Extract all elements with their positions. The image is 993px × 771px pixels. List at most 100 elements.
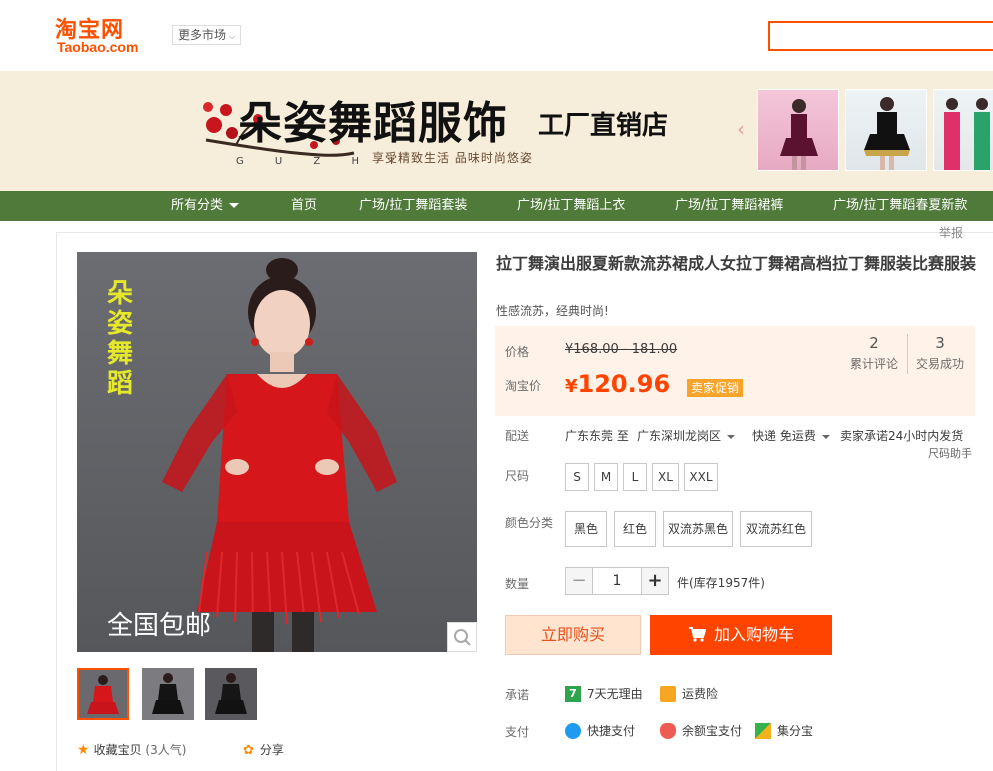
watermark-brand-char: 蹈 [107, 369, 133, 399]
free-shipping-overlay: 全国包邮 [107, 611, 211, 641]
buy-now-button[interactable]: 立即购买 [505, 615, 641, 655]
search-input[interactable] [768, 21, 993, 51]
nav-dance-skirts[interactable]: 广场/拉丁舞蹈裙裤 [675, 191, 783, 221]
main-product-image[interactable]: 朵 姿 舞 蹈 全国包邮 [77, 252, 477, 652]
thumb-image [79, 670, 127, 718]
delivery-destination-dropdown[interactable]: 广东深圳龙岗区 [637, 427, 736, 444]
gallery-thumb[interactable] [142, 668, 194, 720]
promo-badge[interactable]: 卖家促销 [687, 379, 744, 397]
insurance-icon [660, 685, 676, 702]
size-option[interactable]: S [565, 463, 589, 491]
sales-count-label: 交易成功 [915, 357, 964, 371]
shipping-promise: 卖家承诺24小时内发货 [840, 429, 964, 443]
seven-day-return[interactable]: 7 7天无理由 [565, 685, 643, 703]
size-label: 尺码 [505, 469, 530, 483]
price-value: 120.96 [577, 370, 671, 398]
dancer-illustration [944, 98, 990, 170]
yuebao-pay[interactable]: 余额宝支付 [660, 722, 742, 740]
delivery-label: 配送 [505, 429, 530, 443]
shop-title: 朵姿舞蹈服饰 [238, 98, 508, 149]
banner-product-thumb[interactable] [845, 89, 927, 171]
size-option[interactable]: M [594, 463, 618, 491]
quick-pay-icon [565, 722, 581, 739]
favorite-button[interactable]: ★ 收藏宝贝 (3人气) [77, 740, 186, 760]
seven-day-icon: 7 [565, 685, 581, 702]
promise-label: 承诺 [505, 688, 530, 702]
top-bar: 淘宝网 Taobao.com 更多市场 ⌵ [0, 0, 993, 71]
more-market-label: 更多市场 [178, 28, 227, 42]
star-icon: ★ [77, 742, 90, 758]
nav-all-categories[interactable]: 所有分类 [171, 191, 240, 221]
report-link[interactable]: 举报 [939, 224, 963, 241]
color-label: 颜色分类 [505, 516, 554, 530]
cart-icon [688, 627, 706, 642]
yuebao-pay-label: 余额宝支付 [682, 724, 743, 738]
quick-pay-label: 快捷支付 [587, 724, 636, 738]
dancer-illustration [864, 97, 910, 170]
dancer-illustration [780, 99, 818, 170]
quantity-input[interactable]: 1 [592, 567, 642, 595]
size-option[interactable]: XXL [684, 463, 718, 491]
favorite-label: 收藏宝贝 [93, 743, 142, 757]
original-price: ¥168.00 - 181.00 [565, 342, 678, 357]
review-count-label: 累计评论 [849, 357, 898, 371]
color-option[interactable]: 黑色 [565, 511, 607, 547]
delivery-destination: 广东深圳龙岗区 [637, 429, 722, 443]
size-option[interactable]: L [623, 463, 647, 491]
product-subtitle: 性感流苏，经典时尚! [496, 304, 609, 318]
more-market-dropdown[interactable]: 更多市场 ⌵ [172, 25, 242, 45]
banner-product-thumb[interactable] [933, 89, 993, 171]
banner-product-thumb[interactable] [757, 89, 839, 171]
share-label: 分享 [259, 743, 284, 757]
share-icon: ✿ [243, 743, 254, 758]
jifenbao-icon [755, 722, 771, 739]
shipping-method: 快递 免运费 [752, 429, 816, 443]
color-option[interactable]: 双流苏黑色 [663, 511, 733, 547]
shipping-method-dropdown[interactable]: 快递 免运费 [752, 427, 830, 444]
shop-nav-bar: 所有分类 首页 广场/拉丁舞蹈套装 广场/拉丁舞蹈上衣 广场/拉丁舞蹈裙裤 广场… [0, 191, 993, 221]
chevron-down-icon: ⌵ [229, 32, 236, 41]
quantity-increase-button[interactable]: + [641, 567, 669, 595]
size-helper-link[interactable]: 尺码助手 [928, 445, 972, 461]
shop-banner: 朵姿舞蹈服饰 工厂直销店 G U Z H I 享受精致生活 品味时尚悠姿 ‹ [0, 71, 993, 191]
add-to-cart-button[interactable]: 加入购物车 [650, 615, 832, 655]
zoom-button[interactable] [447, 622, 477, 652]
nav-home[interactable]: 首页 [291, 191, 317, 221]
original-price-label: 价格 [505, 345, 530, 359]
taobao-logo[interactable]: 淘宝网 Taobao.com [55, 12, 155, 56]
shop-subtitle: 工厂直销店 [538, 111, 669, 141]
thumb-image [205, 668, 257, 720]
stock-info: 件(库存1957件) [677, 576, 765, 590]
sales-count: 3 [935, 334, 945, 352]
payment-label: 支付 [505, 725, 530, 739]
nav-dance-sets[interactable]: 广场/拉丁舞蹈套装 [359, 191, 467, 221]
seven-day-label: 7天无理由 [587, 687, 643, 701]
watermark-brand-char: 朵 [107, 279, 133, 309]
color-option[interactable]: 红色 [614, 511, 656, 547]
review-count: 2 [869, 334, 879, 352]
quick-pay[interactable]: 快捷支付 [565, 722, 635, 740]
gallery-thumb[interactable] [205, 668, 257, 720]
jifenbao-pay-label: 集分宝 [777, 724, 814, 738]
product-title: 拉丁舞演出服夏新款流苏裙成人女拉丁舞裙高档拉丁舞服装比赛服装 [496, 254, 977, 273]
magnifier-icon [454, 629, 471, 646]
quantity-decrease-button[interactable]: − [565, 567, 593, 595]
sales-count-stat[interactable]: 3 交易成功 [907, 334, 973, 372]
shipping-insurance[interactable]: 运费险 [660, 685, 718, 703]
thumb-image [142, 668, 194, 720]
chevron-left-icon[interactable]: ‹ [737, 117, 745, 141]
nav-dance-tops[interactable]: 广场/拉丁舞蹈上衣 [517, 191, 625, 221]
caret-down-icon [821, 434, 830, 439]
price-panel: 价格 ¥168.00 - 181.00 淘宝价 ¥120.96 卖家促销 2 累… [495, 326, 975, 416]
jifenbao-pay[interactable]: 集分宝 [755, 722, 813, 740]
review-count-stat[interactable]: 2 累计评论 [841, 334, 907, 372]
size-option[interactable]: XL [652, 463, 679, 491]
watermark-brand-char: 舞 [107, 339, 133, 369]
gallery-thumb[interactable] [77, 668, 129, 720]
shop-slogan: 享受精致生活 品味时尚悠姿 [372, 151, 533, 165]
color-option[interactable]: 双流苏红色 [740, 511, 812, 547]
nav-spring-summer[interactable]: 广场/拉丁舞蹈春夏新款 [833, 191, 967, 221]
share-button[interactable]: ✿ 分享 [243, 740, 284, 760]
logo-text-en: Taobao.com [57, 39, 139, 55]
shipping-insurance-label: 运费险 [682, 687, 719, 701]
